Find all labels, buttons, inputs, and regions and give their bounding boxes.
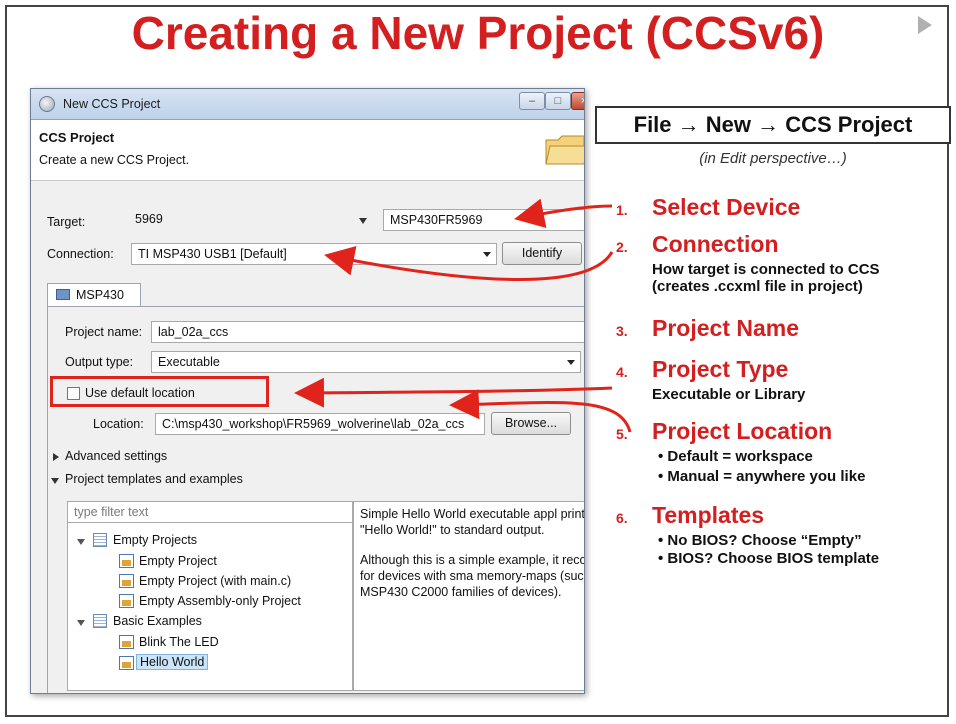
arrow-select-device	[514, 198, 613, 229]
callout-arrows	[294, 198, 632, 433]
arrow-connection	[324, 245, 614, 281]
arrow-project-type	[294, 377, 613, 408]
arrow-location	[449, 389, 632, 433]
